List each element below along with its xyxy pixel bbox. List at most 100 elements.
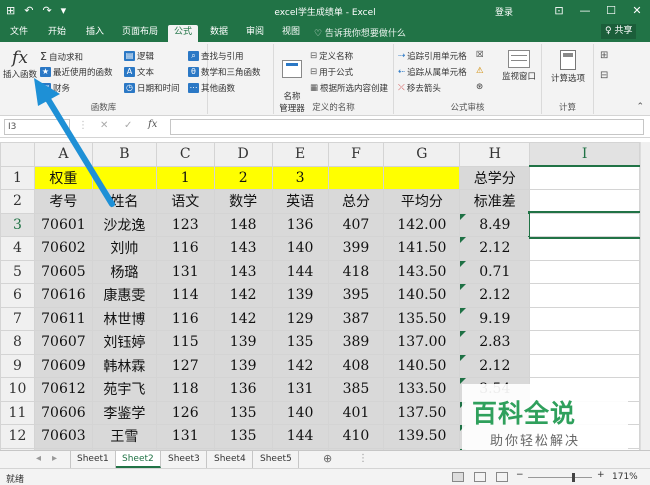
tab-page-layout[interactable]: 页面布局 xyxy=(116,25,164,42)
cell[interactable]: 英语 xyxy=(271,189,329,214)
zoom-slider-thumb[interactable] xyxy=(572,473,575,482)
split-handle-icon[interactable]: ⋮ xyxy=(358,453,368,464)
cell[interactable] xyxy=(91,165,157,190)
row-header[interactable]: 1 xyxy=(0,165,35,190)
recent-functions-button[interactable]: ★ 最近使用的函数 xyxy=(40,66,113,78)
define-name-button[interactable]: ⊟ 定义名称 xyxy=(310,50,353,62)
autosum-button[interactable]: Σ 自动求和 xyxy=(40,50,83,63)
cell[interactable]: 70612 xyxy=(33,377,93,402)
cell[interactable]: 林世博 xyxy=(91,306,157,331)
error-checking-button[interactable]: ⚠ xyxy=(476,66,484,76)
cell[interactable] xyxy=(529,189,640,214)
cell[interactable] xyxy=(327,165,385,190)
row-header[interactable]: 6 xyxy=(0,283,35,308)
insert-function-button[interactable]: fx 插入函数 xyxy=(2,48,38,80)
sheet-tab[interactable]: Sheet3 xyxy=(162,451,207,468)
text-button[interactable]: A 文本 xyxy=(124,66,154,78)
math-button[interactable]: θ 数学和三角函数 xyxy=(188,66,261,78)
cell[interactable]: 385 xyxy=(327,377,385,402)
cell[interactable]: 135 xyxy=(271,330,329,355)
page-break-view-icon[interactable] xyxy=(496,472,508,482)
cell[interactable]: 399 xyxy=(327,236,385,261)
use-in-formula-button[interactable]: ⊟ 用于公式 xyxy=(310,66,353,78)
cell[interactable] xyxy=(383,165,461,190)
cell[interactable]: 135.50 xyxy=(383,306,461,331)
cell[interactable]: 135 xyxy=(213,424,273,449)
calc-options-button[interactable]: 计算选项 xyxy=(544,50,592,84)
cell[interactable]: 142.00 xyxy=(383,212,461,237)
cell[interactable]: 131 xyxy=(271,377,329,402)
trace-precedents-button[interactable]: ⇢ 追踪引用单元格 xyxy=(398,50,467,62)
cell[interactable]: 136 xyxy=(271,212,329,237)
cell[interactable]: 131 xyxy=(155,259,215,284)
cell[interactable]: 140.50 xyxy=(383,283,461,308)
datetime-button[interactable]: ◷ 日期和时间 xyxy=(124,82,180,94)
row-header[interactable]: 8 xyxy=(0,330,35,355)
cell[interactable]: 70601 xyxy=(33,212,93,237)
row-header[interactable]: 5 xyxy=(0,259,35,284)
cell[interactable]: 刘钰婷 xyxy=(91,330,157,355)
share-button[interactable]: ♀ 共享 xyxy=(601,24,637,39)
row-header[interactable]: 12 xyxy=(0,424,35,449)
column-header[interactable]: A xyxy=(33,142,93,167)
row-header[interactable]: 9 xyxy=(0,353,35,378)
minimize-icon[interactable]: — xyxy=(572,0,598,22)
cell[interactable]: 2.12 xyxy=(459,283,531,308)
cell[interactable]: 123 xyxy=(155,212,215,237)
cell[interactable]: 语文 xyxy=(155,189,215,214)
cell[interactable]: 苑宇飞 xyxy=(91,377,157,402)
cell[interactable] xyxy=(529,236,640,261)
enter-icon[interactable]: ✓ xyxy=(124,120,132,131)
cell[interactable] xyxy=(529,283,640,308)
row-header[interactable]: 2 xyxy=(0,189,35,214)
cell[interactable]: 408 xyxy=(327,353,385,378)
add-sheet-icon[interactable]: ⊕ xyxy=(323,452,332,465)
cell[interactable]: 70607 xyxy=(33,330,93,355)
cell[interactable]: 139 xyxy=(213,353,273,378)
formula-input[interactable] xyxy=(170,119,644,135)
cell[interactable]: 142 xyxy=(213,283,273,308)
column-header[interactable]: B xyxy=(91,142,157,167)
sheet-tab[interactable]: Sheet1 xyxy=(70,451,116,468)
name-box[interactable]: I3 xyxy=(4,119,70,135)
cell[interactable]: 133.50 xyxy=(383,377,461,402)
cell[interactable]: 135 xyxy=(213,400,273,425)
sheet-tab[interactable]: Sheet4 xyxy=(208,451,253,468)
cell[interactable]: 2.12 xyxy=(459,236,531,261)
cell[interactable]: 0.71 xyxy=(459,259,531,284)
cell[interactable]: 权重 xyxy=(33,165,93,190)
column-header[interactable]: H xyxy=(459,142,531,167)
watch-window-button[interactable]: 监视窗口 xyxy=(498,50,540,82)
cell[interactable]: 70616 xyxy=(33,283,93,308)
sheet-tab[interactable]: Sheet5 xyxy=(254,451,299,468)
cell[interactable]: 140.50 xyxy=(383,353,461,378)
cell[interactable]: 标准差 xyxy=(459,189,531,214)
row-header[interactable]: 7 xyxy=(0,306,35,331)
cell[interactable]: 142 xyxy=(213,306,273,331)
create-from-selection-button[interactable]: ▦ 根据所选内容创建 xyxy=(310,82,388,94)
cell[interactable]: 418 xyxy=(327,259,385,284)
column-header[interactable]: G xyxy=(383,142,461,167)
tab-view[interactable]: 视图 xyxy=(276,25,306,42)
cell[interactable]: 70609 xyxy=(33,353,93,378)
cell[interactable]: 2.12 xyxy=(459,353,531,378)
show-formulas-button[interactable]: ☒ xyxy=(476,50,484,60)
cell[interactable]: 129 xyxy=(271,306,329,331)
cell[interactable]: 148 xyxy=(213,212,273,237)
prev-sheet-icon[interactable]: ◂ xyxy=(36,453,41,464)
close-icon[interactable]: ✕ xyxy=(624,0,650,22)
cell[interactable]: 9.19 xyxy=(459,306,531,331)
cell[interactable]: 140 xyxy=(271,400,329,425)
cell[interactable]: 李鉴学 xyxy=(91,400,157,425)
select-all-corner[interactable] xyxy=(0,142,35,167)
tab-review[interactable]: 审阅 xyxy=(240,25,270,42)
cell[interactable]: 137.00 xyxy=(383,330,461,355)
cell[interactable]: 70603 xyxy=(33,424,93,449)
cell[interactable] xyxy=(529,259,640,284)
lookup-button[interactable]: ⌕ 查找与引用 xyxy=(188,50,244,62)
cell[interactable]: 116 xyxy=(155,236,215,261)
row-header[interactable]: 10 xyxy=(0,377,35,402)
row-header[interactable]: 4 xyxy=(0,236,35,261)
zoom-level[interactable]: 171% xyxy=(612,472,638,482)
cell[interactable]: 126 xyxy=(155,400,215,425)
